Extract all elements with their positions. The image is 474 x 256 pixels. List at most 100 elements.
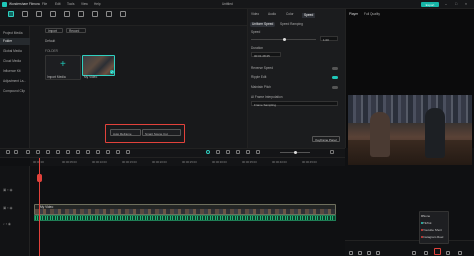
tab-color[interactable]: Color — [286, 12, 294, 16]
tool-media[interactable]: Media — [5, 10, 17, 32]
sort-filter-dropdown[interactable]: Default — [45, 39, 63, 45]
snapshot-player-icon[interactable] — [424, 251, 428, 255]
tool-stock-media[interactable]: Stock Media — [19, 10, 31, 50]
smart-scene-cut-button[interactable]: Smart Scene Cut — [142, 129, 181, 136]
sidebar-item-project-media[interactable]: Project Media — [0, 30, 30, 37]
text-icon[interactable] — [96, 150, 100, 154]
stop-icon[interactable] — [367, 251, 371, 255]
menu-help[interactable]: Help — [94, 2, 101, 6]
sidebar-item-influence-kit[interactable]: Influence Kit — [0, 68, 30, 75]
ripple-icon[interactable] — [256, 150, 260, 154]
sidebar-item-folder[interactable]: Folder — [0, 38, 30, 45]
snapshot-icon[interactable] — [236, 150, 240, 154]
subtab-uniform-speed[interactable]: Uniform Speed — [250, 22, 276, 28]
tool-effects[interactable]: Effects — [75, 10, 87, 32]
tool-filters[interactable]: Filters — [89, 10, 101, 32]
transform-icon[interactable] — [86, 150, 90, 154]
settings-icon[interactable] — [458, 251, 462, 255]
split-icon[interactable] — [36, 150, 40, 154]
prev-frame-icon[interactable] — [349, 251, 353, 255]
close-icon[interactable]: × — [464, 2, 468, 6]
templates-icon — [120, 11, 126, 17]
duration-field[interactable]: 00:01:28:25 — [251, 52, 281, 58]
aspect-ratio-icon[interactable] — [434, 248, 441, 255]
track-video-1-icon[interactable]: ▣ ▪ ◉ — [3, 206, 13, 210]
volume-icon[interactable] — [446, 251, 450, 255]
audio-waveform[interactable] — [34, 215, 336, 221]
export-button[interactable]: Export — [421, 2, 439, 7]
ripple-edit-label: Ripple Edit — [251, 75, 267, 79]
clip-label: My Video — [40, 205, 54, 209]
sidebar-item-adjustment-layer[interactable]: Adjustment La... — [0, 78, 30, 85]
mix-icon[interactable] — [246, 150, 250, 154]
video-backdrop — [348, 95, 472, 123]
sidebar-item-global-media[interactable]: Global Media — [0, 48, 30, 55]
player-tab[interactable]: Player — [349, 12, 358, 16]
audio-detach-icon[interactable] — [76, 150, 80, 154]
play-icon[interactable] — [358, 251, 362, 255]
tab-video[interactable]: Video — [251, 12, 259, 16]
menu-item-instagram-reel[interactable]: Instagram Reel — [423, 235, 443, 239]
minimize-icon[interactable]: – — [444, 2, 448, 6]
tab-speed[interactable]: Speed — [302, 13, 316, 19]
quality-dropdown[interactable]: Full Quality — [364, 12, 380, 16]
sidebar-item-cloud-media[interactable]: Cloud Media — [0, 58, 30, 65]
tool-transitions[interactable]: Transitions — [61, 10, 74, 32]
menu-file[interactable]: File — [42, 2, 47, 6]
ai-interpolation-label: AI Frame Interpolation — [251, 95, 283, 99]
menu-item-tiktok[interactable]: TikTok — [423, 221, 432, 225]
track-video-2-icon[interactable]: ▣ ▪ ◉ — [3, 188, 13, 192]
marker-icon[interactable] — [216, 150, 220, 154]
tool-stickers[interactable]: Stickers — [103, 10, 115, 32]
ai-tools-icon[interactable] — [126, 150, 130, 154]
ripple-edit-toggle[interactable] — [332, 76, 338, 79]
ruler-tick: 00:00:20:00 — [152, 160, 167, 164]
playhead-handle[interactable] — [37, 174, 42, 182]
menu-item-youtube-short[interactable]: Youtube Short — [423, 228, 442, 232]
keyframe-panel-button[interactable]: Keyframe Panel — [312, 136, 340, 142]
ruler-tick: 00:00:30:00 — [212, 160, 227, 164]
subtab-speed-ramping[interactable]: Speed Ramping — [278, 22, 305, 27]
menu-tools[interactable]: Tools — [67, 2, 74, 6]
delete-icon[interactable] — [26, 150, 30, 154]
maintain-pitch-toggle[interactable] — [332, 86, 338, 89]
next-frame-icon[interactable] — [376, 251, 380, 255]
speed-label: Speed — [251, 30, 261, 34]
effects-tl-icon[interactable] — [116, 150, 120, 154]
stickers-icon — [106, 11, 112, 17]
fullscreen-icon[interactable] — [412, 251, 416, 255]
reverse-speed-label: Reverse Speed — [251, 66, 273, 70]
render-icon[interactable] — [206, 150, 210, 154]
tool-audio[interactable]: Audio — [33, 10, 45, 32]
menu-item-none[interactable]: None — [423, 214, 430, 218]
interpolation-dropdown[interactable]: Frame Sampling — [251, 101, 338, 107]
zoom-slider-knob[interactable] — [294, 151, 297, 154]
speed-slider-knob[interactable] — [283, 38, 286, 41]
ruler-tick: 00:00:05:00 — [62, 160, 77, 164]
speed-icon[interactable] — [56, 150, 60, 154]
speed-value-field[interactable]: 1.00 — [320, 36, 338, 42]
maximize-icon[interactable]: □ — [454, 2, 458, 6]
crop-icon[interactable] — [46, 150, 50, 154]
import-button[interactable]: Import — [45, 28, 63, 33]
playhead[interactable] — [39, 158, 40, 256]
color-icon[interactable] — [66, 150, 70, 154]
auto-reframe-button[interactable]: Auto Reframe — [110, 129, 141, 136]
timeline-settings-icon[interactable] — [330, 150, 334, 154]
titles-icon — [50, 11, 56, 17]
undo-icon[interactable] — [6, 150, 10, 154]
reverse-speed-toggle[interactable] — [332, 67, 338, 70]
tool-templates[interactable]: Templates — [117, 10, 129, 32]
tab-audio[interactable]: Audio — [268, 12, 276, 16]
sidebar-item-compound-clip[interactable]: Compound Clip — [0, 88, 30, 95]
mask-icon[interactable] — [106, 150, 110, 154]
redo-icon[interactable] — [14, 150, 18, 154]
record-button[interactable]: Record — [66, 28, 86, 33]
menu-edit[interactable]: Edit — [55, 2, 61, 6]
tool-titles[interactable]: Titles — [47, 10, 59, 32]
menu-view[interactable]: View — [81, 2, 88, 6]
voiceover-icon[interactable] — [226, 150, 230, 154]
player-controls — [345, 240, 474, 256]
track-audio-icon[interactable]: ♪ ▪ ◉ — [3, 222, 11, 226]
stock-media-icon — [22, 11, 28, 17]
